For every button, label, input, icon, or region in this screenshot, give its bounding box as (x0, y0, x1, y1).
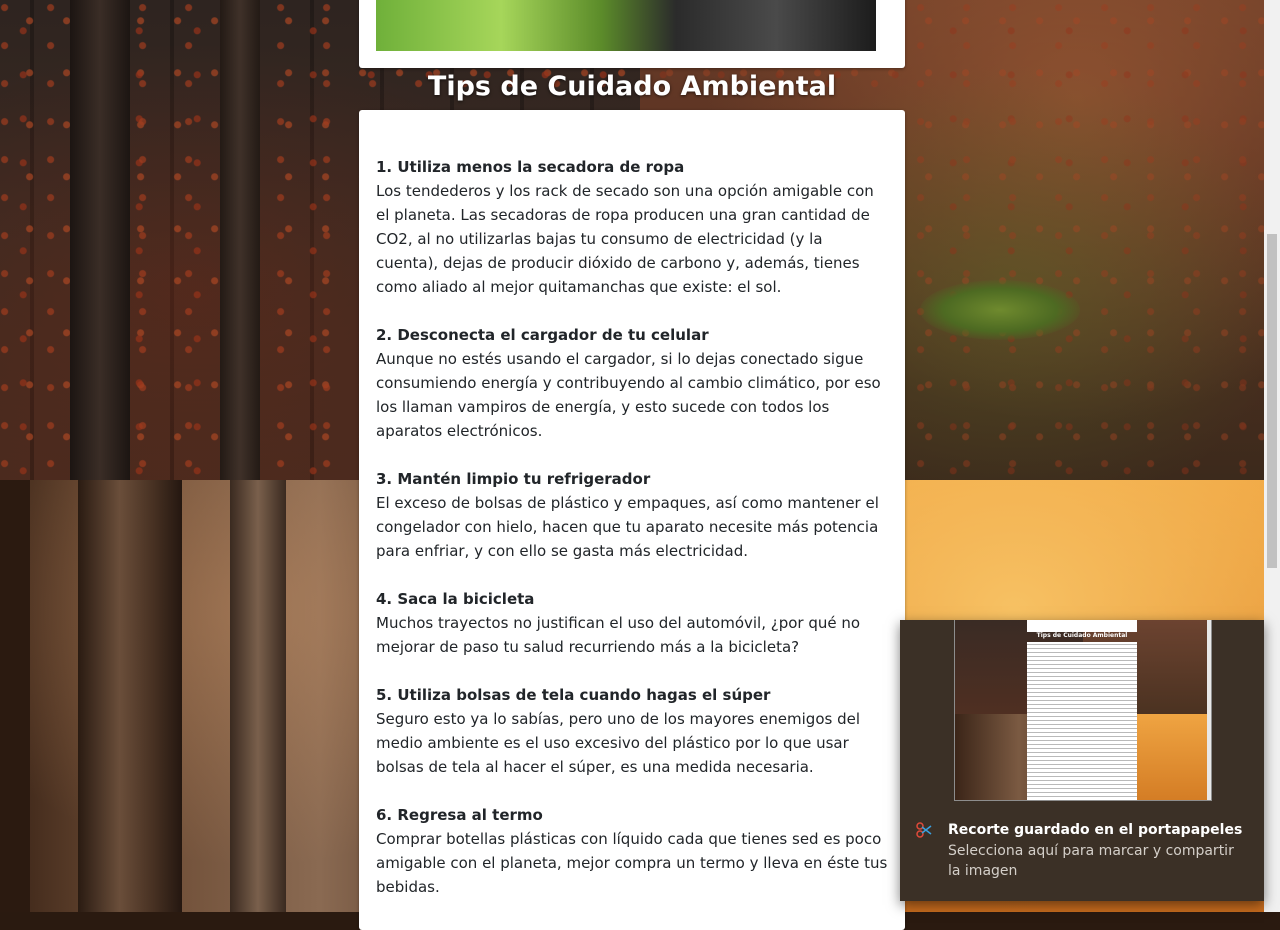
tips-card: 1. Utiliza menos la secadora de ropa Los… (359, 110, 905, 930)
notification-body: Selecciona aquí para marcar y compartir … (948, 843, 1234, 879)
tip-item: 2. Desconecta el cargador de tu celular … (376, 323, 888, 443)
tip-text: Aunque no estés usando el cargador, si l… (376, 350, 881, 440)
tip-item: 1. Utiliza menos la secadora de ropa Los… (376, 155, 888, 299)
tip-item: 3. Mantén limpio tu refrigerador El exce… (376, 467, 888, 563)
tip-title: 1. Utiliza menos la secadora de ropa (376, 158, 685, 176)
tip-item: 5. Utiliza bolsas de tela cuando hagas e… (376, 683, 888, 779)
snip-preview-image[interactable]: Tips de Cuidado Ambiental (954, 620, 1212, 801)
tip-text: Comprar botellas plásticas con líquido c… (376, 830, 888, 896)
tip-title: 6. Regresa al termo (376, 806, 543, 824)
tip-text: El exceso de bolsas de plástico y empaqu… (376, 494, 879, 560)
tip-text: Seguro esto ya lo sabías, pero uno de lo… (376, 710, 861, 776)
tip-title: 2. Desconecta el cargador de tu celular (376, 326, 709, 344)
preview-title: Tips de Cuidado Ambiental (1036, 632, 1128, 639)
section-title: Tips de Cuidado Ambiental (427, 71, 837, 102)
environment-image (376, 0, 876, 51)
tip-title: 4. Saca la bicicleta (376, 590, 535, 608)
tips-list: 1. Utiliza menos la secadora de ropa Los… (376, 155, 888, 923)
snip-sketch-icon (916, 822, 932, 838)
tip-title: 3. Mantén limpio tu refrigerador (376, 470, 651, 488)
tip-item: 4. Saca la bicicleta Muchos trayectos no… (376, 587, 888, 659)
image-card (359, 0, 905, 68)
tip-title: 5. Utiliza bolsas de tela cuando hagas e… (376, 686, 771, 704)
snip-notification[interactable]: Tips de Cuidado Ambiental Recorte guarda… (900, 620, 1264, 901)
tip-text: Los tendederos y los rack de secado son … (376, 182, 874, 296)
tip-text: Muchos trayectos no justifican el uso de… (376, 614, 861, 656)
page-scrollbar[interactable] (1264, 0, 1280, 912)
notification-title: Recorte guardado en el portapapeles (948, 822, 1243, 838)
scrollbar-thumb[interactable] (1267, 234, 1277, 568)
tip-item: 6. Regresa al termo Comprar botellas plá… (376, 803, 888, 899)
